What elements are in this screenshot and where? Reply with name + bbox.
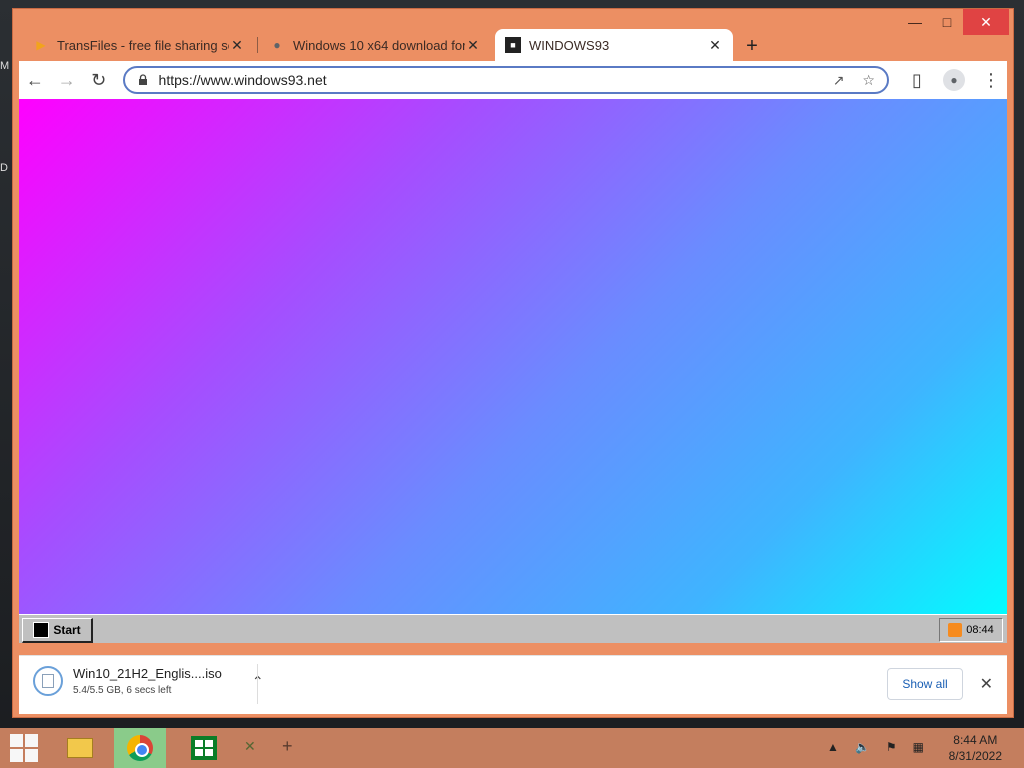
browser-toolbar: ← → ↻ https://www.windows93.net ↗ ☆ ▯ ● … [19,61,1007,99]
rss-icon[interactable] [948,623,963,637]
windows93-icon: ■ [505,37,521,53]
store-icon [191,736,217,760]
desktop-edge-letter-m: M [0,60,10,72]
share-icon[interactable]: ↗ [833,72,845,89]
play-icon: ▶ [36,38,46,52]
download-text: Win10_21H2_Englis....iso 5.4/5.5 GB, 6 s… [73,666,222,696]
back-button[interactable]: ← [19,64,51,96]
download-separator [257,664,258,704]
taskbar-clock[interactable]: 8:44 AM 8/31/2022 [949,732,1002,764]
windows93-desktop-gradient [19,99,1007,631]
windows-start-icon[interactable] [10,734,38,762]
download-item[interactable]: Win10_21H2_Englis....iso 5.4/5.5 GB, 6 s… [33,666,264,696]
omnibox-actions: ↗ ☆ [833,72,887,89]
clock-time: 8:44 AM [953,733,998,747]
toolbar-right: ▯ ● ⋮ [901,64,1007,96]
clock-date: 8/31/2022 [948,749,1002,763]
windows93-start-button[interactable]: Start [22,618,93,643]
windows93-tray: 08:44 [939,618,1003,642]
close-tab-icon[interactable]: ✕ [229,37,245,54]
more-menu-icon[interactable]: ⋮ [975,64,1007,96]
windows93-taskbar: Start 08:44 [19,614,1007,643]
taskbar-close-icon[interactable]: ✕ [244,738,256,755]
browser-window: — □ ✕ ▶ TransFiles - free file sharing s… [12,8,1014,718]
taskbar-plus-icon[interactable]: + [282,736,293,757]
tab-windows93[interactable]: ■ WINDOWS93 ✕ [495,29,733,61]
page-content: Start 08:44 [19,99,1007,643]
reload-button[interactable]: ↻ [83,64,115,96]
tab-transfiles[interactable]: ▶ TransFiles - free file sharing servi ✕ [23,29,258,61]
chrome-taskbar-button[interactable] [114,728,166,768]
show-all-button[interactable]: Show all [887,668,963,700]
volume-muted-icon[interactable]: 🔈 [855,740,870,754]
download-progress-icon [33,666,63,696]
close-download-shelf-icon[interactable]: ✕ [980,674,993,694]
close-tab-icon[interactable]: ✕ [707,37,723,54]
side-panel-icon[interactable]: ▯ [901,64,933,96]
windows93-clock: 08:44 [966,624,994,636]
chevron-up-icon[interactable]: ▲ [827,740,839,754]
tab-strip: ▶ TransFiles - free file sharing servi ✕… [23,21,953,61]
desktop-edge-letter-d: D [0,162,8,174]
address-bar[interactable]: https://www.windows93.net ↗ ☆ [122,66,889,94]
file-icon [42,674,54,688]
profile-avatar[interactable]: ● [942,69,965,91]
chrome-icon [127,735,153,761]
url-text: https://www.windows93.net [158,72,327,88]
file-explorer-taskbar-button[interactable] [62,728,98,768]
close-tab-icon[interactable]: ✕ [465,37,481,54]
network-icon[interactable]: ▦ [913,740,924,754]
flag-icon[interactable]: ⚑ [886,740,897,754]
download-filename: Win10_21H2_Englis....iso [73,666,222,681]
download-shelf: Win10_21H2_Englis....iso 5.4/5.5 GB, 6 s… [19,655,1007,714]
tab-windows10-download[interactable]: ● Windows 10 x64 download for Wi ✕ [259,29,491,61]
tab-title: TransFiles - free file sharing servi [57,37,229,53]
lock-icon [138,74,147,85]
new-tab-button[interactable]: + [737,31,767,61]
download-status: 5.4/5.5 GB, 6 secs left [73,685,172,696]
folder-icon [67,738,93,758]
bookmark-star-icon[interactable]: ☆ [862,72,875,89]
tab-separator [257,37,258,53]
start-label: Start [53,623,81,637]
forward-button[interactable]: → [51,64,83,96]
windows-taskbar: ✕ + ▲ 🔈 ⚑ ▦ 8:44 AM 8/31/2022 [0,728,1024,768]
tab-title: Windows 10 x64 download for Wi [293,37,465,53]
close-button[interactable]: ✕ [963,9,1009,35]
store-taskbar-button[interactable] [186,728,222,768]
system-tray: ▲ 🔈 ⚑ ▦ [827,740,924,754]
tab-title: WINDOWS93 [529,37,610,53]
windows93-logo-icon [33,622,50,638]
globe-icon: ● [273,38,281,52]
